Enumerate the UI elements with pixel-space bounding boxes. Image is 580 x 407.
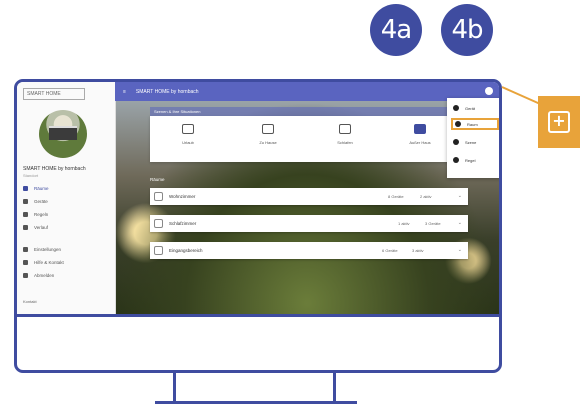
rules-icon	[23, 212, 28, 217]
room-icon	[154, 192, 163, 201]
room-row-entrance[interactable]: Eingangsbereich 6 Geräte 3 aktiv ⌄	[150, 242, 468, 259]
device-icon	[453, 105, 459, 111]
sidebar-item-label: Hilfe & Kontakt	[34, 260, 64, 265]
home-icon	[262, 124, 274, 134]
monitor-bezel	[17, 314, 499, 317]
sidebar-item-rooms[interactable]: Räume	[23, 186, 49, 191]
menu-item-label: Gerät	[465, 105, 476, 111]
room-row-living[interactable]: Wohnzimmer 8 Geräte 2 aktiv ⌄	[150, 188, 468, 205]
house-image	[49, 126, 77, 140]
gear-icon[interactable]	[485, 87, 493, 95]
app-header: ≡ SMART HOME by hornbach	[115, 82, 499, 101]
chevron-down-icon[interactable]: ⌄	[458, 247, 462, 253]
scene-label: Außer Haus	[409, 140, 431, 145]
add-callout: +	[538, 96, 580, 148]
sidebar-item-help[interactable]: Hilfe & Kontakt	[23, 260, 64, 265]
user-name-label: SMART HOME by hornbach	[23, 166, 86, 172]
header-title: SMART HOME by hornbach	[135, 88, 199, 95]
sidebar-item-label: Regeln	[34, 212, 49, 217]
menu-item-scene[interactable]: Szene	[451, 136, 499, 148]
menu-icon[interactable]: ≡	[123, 89, 126, 95]
sidebar-item-rules[interactable]: Regeln	[23, 212, 48, 217]
sidebar-item-devices[interactable]: Geräte	[23, 199, 48, 204]
plus-icon: +	[548, 111, 570, 133]
step-badge-4a: 4a	[370, 4, 422, 56]
sidebar-item-label: Abmelden	[34, 273, 55, 278]
sidebar-item-logout[interactable]: Abmelden	[23, 273, 54, 278]
user-subtitle: Standort	[23, 173, 39, 178]
monitor-base	[155, 401, 357, 404]
monitor: SMART HOME SMART HOME by hornbach Stando…	[14, 79, 502, 373]
scene-icon	[453, 139, 459, 145]
scene-away[interactable]: Außer Haus	[390, 124, 450, 145]
chevron-down-icon[interactable]: ⌄	[458, 193, 462, 199]
history-icon	[23, 225, 28, 230]
sidebar-item-label: Geräte	[34, 199, 48, 204]
moon-icon	[339, 124, 351, 134]
scene-vacation[interactable]: Urlaub	[158, 124, 218, 145]
scene-label: Schlafen	[337, 140, 353, 145]
chevron-down-icon[interactable]: ⌄	[458, 220, 462, 226]
scene-sleep[interactable]: Schlafen	[315, 124, 375, 145]
sidebar-item-settings[interactable]: Einstellungen	[23, 247, 61, 252]
sidebar-item-label: Verlauf	[34, 225, 49, 230]
sidebar: SMART HOME SMART HOME by hornbach Stando…	[17, 82, 116, 314]
app-logo[interactable]: SMART HOME	[23, 88, 85, 100]
step-badge-4b: 4b	[441, 4, 493, 56]
room-icon	[154, 219, 163, 228]
menu-item-label: Szene	[465, 139, 477, 145]
avatar[interactable]	[39, 110, 87, 158]
user-name: SMART HOME by hornbach Standort	[23, 166, 86, 178]
logout-icon	[23, 273, 28, 278]
room-name: Eingangsbereich	[169, 248, 203, 253]
menu-item-label: Raum	[467, 121, 478, 127]
menu-item-device[interactable]: Gerät	[451, 102, 499, 114]
menu-item-rule[interactable]: Regel	[451, 154, 499, 166]
room-device-count: 6 Geräte	[382, 248, 398, 253]
away-icon	[414, 124, 426, 134]
room-device-count: 8 Geräte	[388, 194, 404, 199]
scene-label: Zu Hause	[259, 140, 277, 145]
sidebar-item-label: Einstellungen	[34, 247, 62, 252]
sidebar-footer: Kontakt	[23, 299, 37, 304]
scenes-panel: Szenen & Ihre Situationen Urlaub Zu Haus…	[150, 107, 450, 162]
gear-icon	[23, 247, 28, 252]
suitcase-icon	[182, 124, 194, 134]
scene-label: Urlaub	[182, 140, 194, 145]
sidebar-item-label: Räume	[34, 186, 49, 191]
menu-item-label: Regel	[465, 157, 476, 163]
room-active-count: 3 aktiv	[412, 248, 424, 253]
room-active-count: 2 aktiv	[420, 194, 432, 199]
rule-icon	[453, 157, 459, 163]
rooms-title: Räume	[150, 177, 165, 182]
room-device-count: 3 Geräte	[425, 221, 441, 226]
scenes-title: Szenen & Ihre Situationen	[150, 107, 448, 116]
menu-item-room[interactable]: Raum	[451, 118, 499, 130]
room-name: Wohnzimmer	[169, 194, 196, 199]
rooms-icon	[23, 186, 28, 191]
app-screen: SMART HOME SMART HOME by hornbach Stando…	[17, 82, 499, 314]
sidebar-item-history[interactable]: Verlauf	[23, 225, 48, 230]
monitor-stand-right	[333, 371, 336, 403]
scene-home[interactable]: Zu Hause	[238, 124, 298, 145]
help-icon	[23, 260, 28, 265]
room-name: Schlafzimmer	[169, 221, 197, 226]
add-dropdown-menu: Gerät Raum Szene Regel	[447, 98, 499, 178]
room-row-bedroom[interactable]: Schlafzimmer 1 aktiv 3 Geräte ⌄	[150, 215, 468, 232]
room-active-count: 1 aktiv	[398, 221, 410, 226]
callout-connector	[501, 86, 539, 105]
room-icon	[154, 246, 163, 255]
room-icon	[455, 121, 461, 127]
devices-icon	[23, 199, 28, 204]
monitor-stand-left	[173, 371, 176, 403]
